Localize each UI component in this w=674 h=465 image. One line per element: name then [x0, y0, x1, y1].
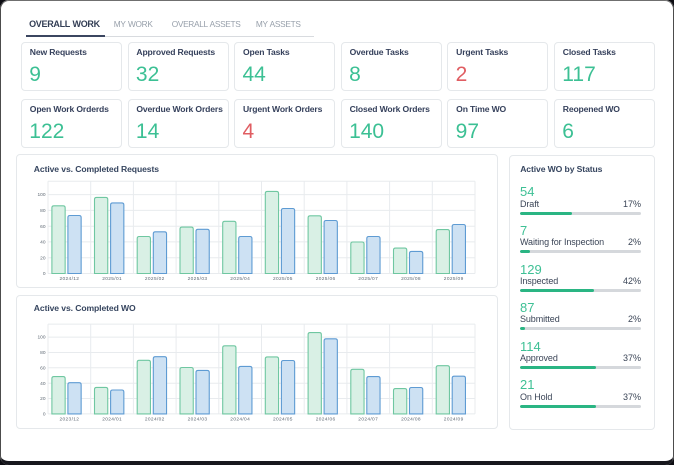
svg-text:2025/03: 2025/03 [188, 276, 208, 282]
svg-text:20: 20 [40, 396, 46, 402]
svg-text:40: 40 [40, 240, 46, 246]
svg-text:2024/06: 2024/06 [316, 416, 336, 422]
svg-text:2025/02: 2025/02 [145, 276, 165, 282]
svg-text:2024/01: 2024/01 [102, 416, 122, 422]
svg-text:2024/08: 2024/08 [401, 416, 421, 422]
svg-text:40: 40 [40, 380, 46, 386]
svg-text:60: 60 [40, 365, 46, 371]
svg-text:2024/12: 2024/12 [60, 276, 80, 282]
svg-text:2025/09: 2025/09 [444, 276, 464, 282]
svg-text:0: 0 [43, 271, 46, 277]
svg-text:100: 100 [37, 192, 45, 198]
svg-text:2024/07: 2024/07 [358, 416, 378, 422]
svg-text:60: 60 [40, 224, 46, 230]
svg-text:2024/02: 2024/02 [145, 416, 165, 422]
svg-text:80: 80 [40, 350, 46, 356]
svg-text:2025/06: 2025/06 [316, 276, 336, 282]
svg-text:0: 0 [43, 411, 46, 417]
svg-text:2024/04: 2024/04 [230, 416, 250, 422]
svg-text:80: 80 [40, 208, 46, 214]
svg-text:2024/03: 2024/03 [188, 416, 208, 422]
svg-text:2025/07: 2025/07 [358, 276, 378, 282]
svg-text:20: 20 [40, 255, 46, 261]
svg-text:100: 100 [37, 334, 45, 340]
svg-text:2024/05: 2024/05 [273, 416, 293, 422]
svg-text:2024/09: 2024/09 [444, 416, 464, 422]
svg-text:2023/12: 2023/12 [60, 416, 80, 422]
svg-text:2025/05: 2025/05 [273, 276, 293, 282]
svg-text:2025/04: 2025/04 [230, 276, 250, 282]
svg-text:2025/08: 2025/08 [401, 276, 421, 282]
svg-text:2025/01: 2025/01 [102, 276, 122, 282]
